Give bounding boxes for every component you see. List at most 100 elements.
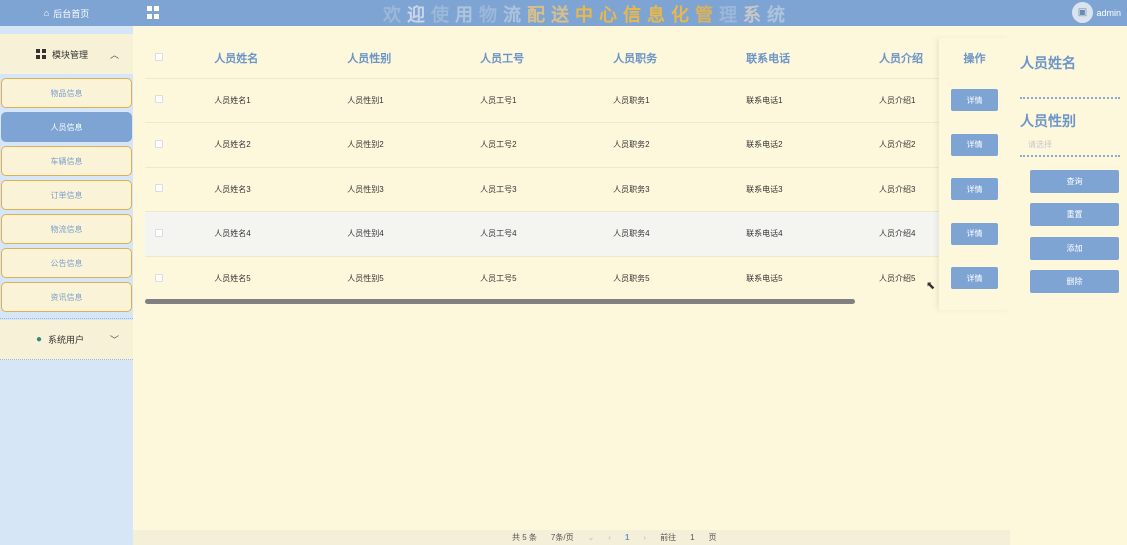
table-cell: 人员性别1 <box>347 77 481 123</box>
row-select-cell <box>145 166 215 212</box>
table-cell: 人员性别4 <box>347 211 481 256</box>
module-section-label: 模块管理 <box>52 49 89 60</box>
user-icon: ● <box>36 334 43 345</box>
table-cell: 人员性别2 <box>347 122 481 167</box>
table-cell: 联系电话5 <box>746 255 880 301</box>
menu-divider <box>0 318 133 319</box>
row-select-cell <box>145 122 215 167</box>
title-char: 理 <box>719 5 743 25</box>
title-char: 欢 <box>383 5 407 25</box>
name-search-input[interactable] <box>1020 97 1120 99</box>
column-header: 人员性别 <box>347 52 392 65</box>
row-checkbox[interactable] <box>155 95 163 104</box>
query-button[interactable]: 查询 <box>1030 170 1119 193</box>
top-header: 欢迎使用物流配送中心信息化管理系统 ▣ admin <box>133 0 1127 26</box>
search-panel: 人员姓名 人员性别 请选择 查询 重置 添加 删除 <box>1010 26 1127 545</box>
page-size-select[interactable]: 7条/页 <box>551 532 574 543</box>
next-page-button[interactable]: › <box>643 533 646 542</box>
row-checkbox[interactable] <box>155 184 163 193</box>
detail-button[interactable]: 详情 <box>951 222 998 245</box>
reset-button[interactable]: 重置 <box>1030 203 1119 226</box>
detail-button[interactable]: 详情 <box>951 133 998 156</box>
title-char: 配 <box>527 5 551 25</box>
module-section-toggle[interactable]: 模块管理 ︿ <box>0 34 133 74</box>
title-char: 化 <box>671 5 695 25</box>
title-char: 息 <box>647 5 671 25</box>
sidebar-item-label: 物流信息 <box>50 224 83 234</box>
sidebar-home-label: 后台首页 <box>53 8 90 19</box>
avatar[interactable]: ▣ <box>1072 2 1093 23</box>
row-checkbox[interactable] <box>155 139 163 148</box>
sidebar-item[interactable]: 车辆信息 <box>1 146 132 176</box>
horizontal-scrollbar[interactable] <box>145 299 855 304</box>
chevron-down-icon: ﹀ <box>109 335 119 345</box>
column-header: 人员职务 <box>613 52 658 65</box>
table-cell: 人员工号1 <box>480 77 614 123</box>
detail-button[interactable]: 详情 <box>951 267 998 290</box>
admin-username[interactable]: admin <box>1096 8 1121 18</box>
gender-select-placeholder[interactable]: 请选择 <box>1028 139 1052 150</box>
detail-button[interactable]: 详情 <box>951 89 998 112</box>
sidebar-home-link[interactable]: ⌂ 后台首页 <box>0 0 133 26</box>
table-cell: 人员工号4 <box>480 211 614 256</box>
ops-cell: 详情 <box>939 123 1010 168</box>
home-icon: ⌂ <box>43 8 50 18</box>
sidebar-item[interactable]: 资讯信息 <box>1 282 132 312</box>
title-char: 用 <box>455 5 479 25</box>
table-cell: 联系电话4 <box>746 211 880 256</box>
ops-cell: 详情 <box>939 78 1010 123</box>
chevron-down-icon: ⌄ <box>587 533 595 542</box>
row-select-cell <box>145 211 215 256</box>
row-checkbox[interactable] <box>155 228 163 237</box>
table-cell: 人员职务2 <box>613 122 747 167</box>
sidebar-item[interactable]: 订单信息 <box>1 180 132 210</box>
page-unit-label: 页 <box>708 533 717 542</box>
table-row: 人员姓名5人员性别5人员工号5人员职务5联系电话5人员介绍52023-0 <box>145 255 1010 301</box>
table-cell: 人员姓名2 <box>214 122 348 167</box>
delete-button[interactable]: 删除 <box>1030 270 1119 293</box>
sidebar-item-label: 物品信息 <box>50 88 83 98</box>
goto-page-input[interactable]: 1 <box>690 533 694 542</box>
table-cell: 联系电话1 <box>746 77 880 123</box>
grid-icon <box>36 49 46 59</box>
title-char: 系 <box>743 5 767 25</box>
operations-column: 操作 详情 详情 详情 详情 详情 <box>939 38 1010 310</box>
sidebar-item[interactable]: 物品信息 <box>1 78 132 108</box>
table-cell: 联系电话3 <box>746 166 880 212</box>
select-all-checkbox[interactable] <box>155 52 163 61</box>
row-checkbox[interactable] <box>155 273 163 282</box>
sidebar-item-label: 车辆信息 <box>50 156 83 166</box>
sidebar-item[interactable]: 物流信息 <box>1 214 132 244</box>
title-char: 使 <box>431 5 455 25</box>
row-select-cell <box>145 255 215 301</box>
table-container: 人员姓名人员性别人员工号人员职务联系电话人员介绍创建 人员姓名1人员性别1人员工… <box>145 38 1010 310</box>
title-char: 心 <box>599 5 623 25</box>
table-cell: 人员姓名5 <box>214 255 348 301</box>
table-row: 人员姓名2人员性别2人员工号2人员职务2联系电话2人员介绍22023-0 <box>145 122 1010 167</box>
mouse-cursor-icon: ⬉ <box>926 280 936 292</box>
personnel-table: 人员姓名人员性别人员工号人员职务联系电话人员介绍创建 人员姓名1人员性别1人员工… <box>145 38 1010 301</box>
user-section-label: 系统用户 <box>48 335 85 345</box>
apps-grid-icon[interactable] <box>147 6 160 19</box>
title-char: 信 <box>623 5 647 25</box>
ops-cell: 详情 <box>939 256 1010 301</box>
table-cell: 人员职务5 <box>613 255 747 301</box>
detail-button[interactable]: 详情 <box>951 178 998 201</box>
table-row: 人员姓名4人员性别4人员工号4人员职务4联系电话4人员介绍42023-0 <box>145 211 1010 256</box>
sidebar-item[interactable]: 公告信息 <box>1 248 132 278</box>
name-field-label: 人员姓名 <box>1020 55 1076 71</box>
current-page[interactable]: 1 <box>625 533 629 542</box>
gender-select[interactable] <box>1020 155 1120 157</box>
gender-field-label: 人员性别 <box>1020 113 1076 129</box>
pagination-total: 共 5 条 <box>512 533 537 542</box>
user-section-toggle[interactable]: ● 系统用户 ﹀ <box>0 320 133 360</box>
sidebar-item-label: 资讯信息 <box>50 292 83 302</box>
table-cell: 人员性别3 <box>347 166 481 212</box>
column-header: 联系电话 <box>746 52 791 65</box>
table-cell: 人员姓名3 <box>214 166 348 212</box>
sidebar-item[interactable]: 人员信息 <box>1 112 132 142</box>
table-cell: 人员性别5 <box>347 255 481 301</box>
prev-page-button[interactable]: ‹ <box>608 533 611 542</box>
main-content: 人员姓名人员性别人员工号人员职务联系电话人员介绍创建 人员姓名1人员性别1人员工… <box>133 26 1010 545</box>
add-button[interactable]: 添加 <box>1030 237 1119 260</box>
